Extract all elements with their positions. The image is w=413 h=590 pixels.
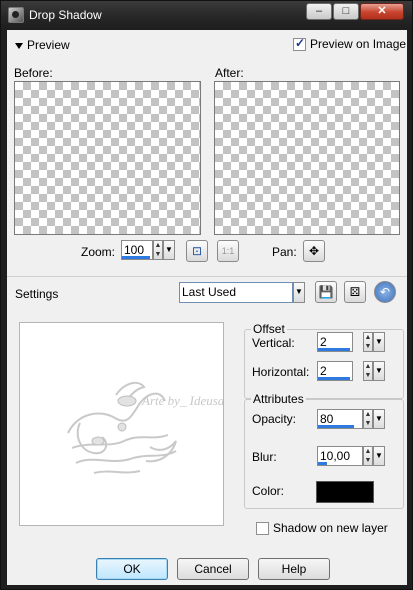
window-title: Drop Shadow <box>29 8 102 22</box>
preview-toggle[interactable]: Preview <box>15 38 70 52</box>
ok-button[interactable]: OK <box>96 558 168 580</box>
maximize-button[interactable]: □ <box>333 3 359 20</box>
watermark: Arte by_ Ideusa Nunes <box>141 393 223 408</box>
checkbox-box[interactable] <box>256 521 269 535</box>
randomize-dice-icon[interactable]: ⚄ <box>344 281 366 303</box>
shadow-new-layer-checkbox[interactable]: Shadow on new layer <box>256 521 388 535</box>
cancel-button[interactable]: Cancel <box>177 558 249 580</box>
horizontal-value: 2 <box>320 364 327 378</box>
horizontal-spinner[interactable]: ▲ ▼ <box>363 361 373 381</box>
before-label: Before: <box>14 66 53 80</box>
opacity-input[interactable]: 80 <box>317 409 363 429</box>
app-icon <box>8 7 24 23</box>
blur-input[interactable]: 10,00 <box>317 446 363 466</box>
opacity-dropdown-icon[interactable]: ▼ <box>373 409 385 429</box>
settings-preset-select[interactable]: Last Used <box>179 282 293 303</box>
vertical-label: Vertical: <box>252 336 295 350</box>
opacity-label: Opacity: <box>252 412 297 426</box>
vertical-value: 2 <box>320 335 327 349</box>
preview-toggle-label: Preview <box>27 38 70 52</box>
vertical-slider-bar[interactable] <box>318 348 350 351</box>
shadow-preview-canvas[interactable]: Arte by_ Ideusa Nunes <box>19 322 260 526</box>
horizontal-input[interactable]: 2 <box>317 361 353 381</box>
minimize-button[interactable]: – <box>306 3 332 20</box>
horizontal-slider-bar[interactable] <box>318 377 350 380</box>
preset-dropdown-icon[interactable]: ▼ <box>293 282 305 303</box>
before-preview[interactable] <box>14 81 201 235</box>
zoom-slider-bar[interactable] <box>122 256 150 259</box>
offset-group-title: Offset <box>251 322 287 336</box>
opacity-slider-bar[interactable] <box>318 425 354 428</box>
close-button[interactable]: ✕ <box>360 3 404 20</box>
preview-on-image-checkbox[interactable]: Preview on Image <box>293 36 407 51</box>
zoom-fit-button[interactable]: ⊡ <box>186 240 208 262</box>
preview-on-image-label: Preview on Image <box>310 37 407 51</box>
blur-spinner[interactable]: ▲ ▼ <box>363 446 373 466</box>
reset-icon[interactable]: ↶ <box>374 281 396 303</box>
save-preset-icon[interactable]: 💾 <box>315 281 337 303</box>
checkbox-check-icon[interactable] <box>293 36 306 51</box>
horizontal-dropdown-icon[interactable]: ▼ <box>373 361 385 381</box>
title-bar[interactable]: Drop Shadow – □ ✕ <box>1 1 412 29</box>
blur-value: 10,00 <box>320 449 351 463</box>
blur-label: Blur: <box>252 450 277 464</box>
drop-shadow-dialog: Drop Shadow – □ ✕ Preview Preview on Ima… <box>0 0 413 590</box>
collapse-triangle-icon <box>15 42 23 49</box>
zoom-actual-size-button[interactable]: 1:1 <box>217 240 239 262</box>
blur-slider-bar[interactable] <box>318 462 327 465</box>
help-button[interactable]: Help <box>258 558 330 580</box>
vertical-spinner[interactable]: ▲ ▼ <box>363 332 373 352</box>
pan-button[interactable]: ✥ <box>303 240 325 262</box>
zoom-dropdown-icon[interactable]: ▼ <box>163 240 175 260</box>
color-label: Color: <box>252 484 285 498</box>
shadow-color-swatch[interactable] <box>316 481 374 503</box>
pan-label: Pan: <box>272 245 297 259</box>
divider <box>7 276 407 277</box>
vertical-dropdown-icon[interactable]: ▼ <box>373 332 385 352</box>
shadow-new-layer-label: Shadow on new layer <box>273 521 388 535</box>
vertical-input[interactable]: 2 <box>317 332 353 352</box>
zoom-input[interactable]: 100 <box>121 240 153 260</box>
zoom-label: Zoom: <box>81 245 116 259</box>
after-preview[interactable] <box>214 81 400 235</box>
blur-dropdown-icon[interactable]: ▼ <box>373 446 385 466</box>
dialog-body: Preview Preview on Image Before: After: … <box>7 30 407 585</box>
opacity-value: 80 <box>320 412 334 426</box>
after-label: After: <box>215 66 244 80</box>
settings-label: Settings <box>15 287 59 301</box>
zoom-spinner[interactable]: ▲ ▼ <box>153 240 163 260</box>
attributes-group-title: Attributes <box>251 392 306 406</box>
horizontal-label: Horizontal: <box>252 365 310 379</box>
settings-preset-value: Last Used <box>182 285 237 299</box>
zoom-value: 100 <box>124 243 145 257</box>
opacity-spinner[interactable]: ▲ ▼ <box>363 409 373 429</box>
ornament-graphic: Arte by_ Ideusa Nunes <box>67 381 260 474</box>
